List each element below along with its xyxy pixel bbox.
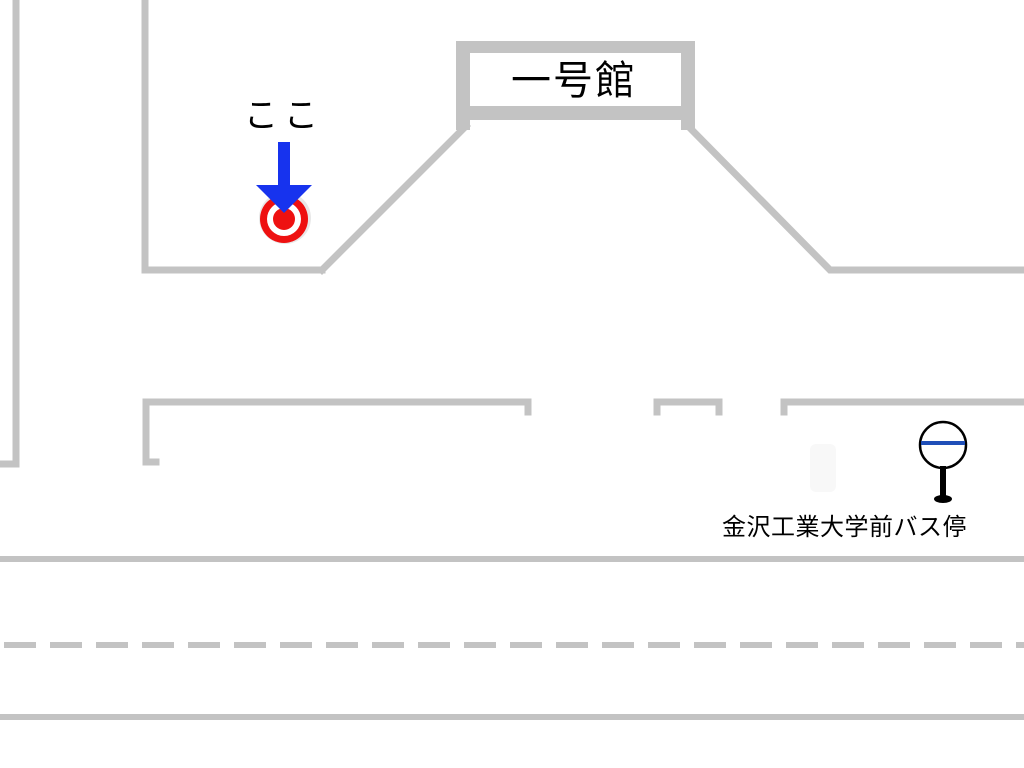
bus-stop-label: 金沢工業大学前バス停 <box>722 513 967 541</box>
campus-map: 一号館 ここ 金沢工業大学前バス停 <box>0 0 1024 768</box>
lower-block-middle <box>653 398 723 416</box>
lower-block-right <box>780 398 1024 416</box>
bus-stop-sign-icon <box>918 420 968 503</box>
faint-mark <box>810 444 836 492</box>
current-location-label: ここ <box>244 96 324 136</box>
left-wall <box>0 0 20 468</box>
building-right-wall <box>683 121 1024 274</box>
building-left-wall <box>317 121 471 275</box>
building-name: 一号館 <box>511 58 637 104</box>
map-lines <box>0 0 1024 720</box>
down-arrow-target-icon <box>256 142 312 244</box>
lower-block-left <box>142 398 532 466</box>
